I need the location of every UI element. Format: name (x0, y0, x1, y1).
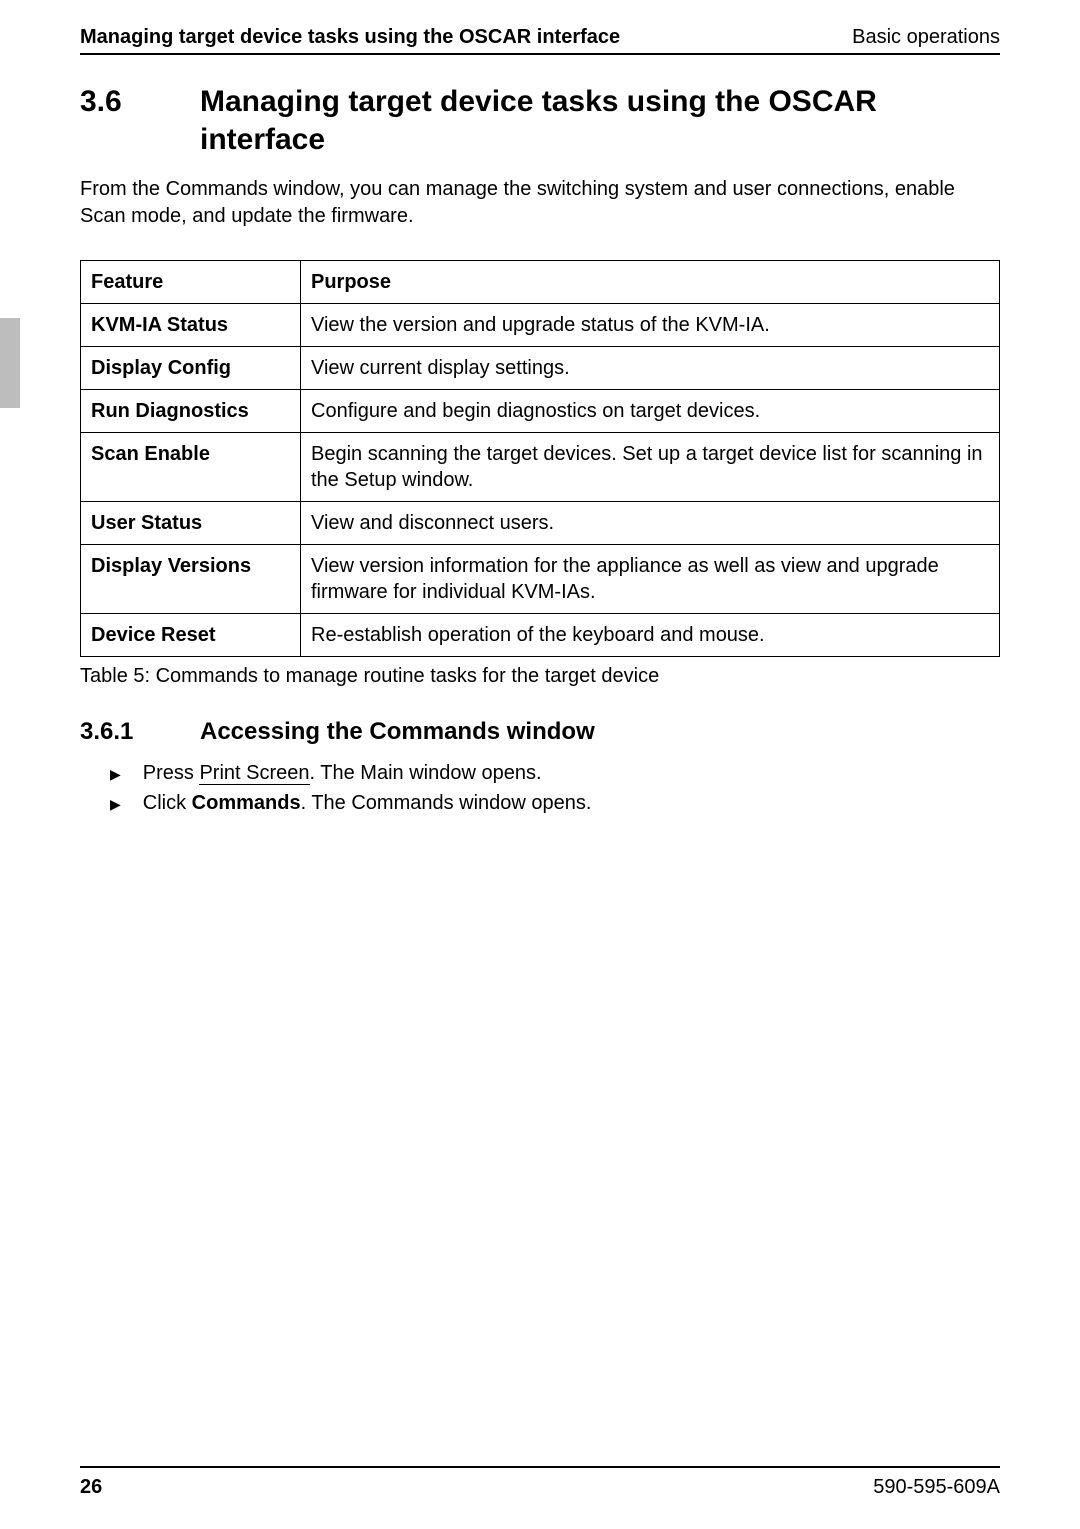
page-content: 3.6 Managing target device tasks using t… (80, 83, 1000, 1466)
table-cell-feature: User Status (81, 502, 301, 545)
table-cell-purpose: Re-establish operation of the keyboard a… (301, 614, 1000, 657)
table-cell-feature: Run Diagnostics (81, 390, 301, 433)
step-prefix: Press (143, 762, 200, 784)
page-container: Managing target device tasks using the O… (0, 0, 1080, 1529)
step-item: ▶ Click Commands. The Commands window op… (110, 788, 1000, 818)
section-number: 3.6 (80, 83, 200, 158)
section-heading: 3.6 Managing target device tasks using t… (80, 83, 1000, 158)
ui-element-name: Commands (192, 792, 301, 814)
table-cell-feature: Display Config (81, 347, 301, 390)
table-row: User Status View and disconnect users. (81, 502, 1000, 545)
step-suffix: . The Commands window opens. (301, 792, 592, 814)
table-caption: Table 5: Commands to manage routine task… (80, 665, 1000, 688)
table-row: Device Reset Re-establish operation of t… (81, 614, 1000, 657)
table-cell-feature: Device Reset (81, 614, 301, 657)
step-item: ▶ Press Print Screen. The Main window op… (110, 758, 1000, 788)
step-suffix: . The Main window opens. (310, 762, 542, 784)
table-cell-purpose: Begin scanning the target devices. Set u… (301, 433, 1000, 502)
table-row: Display Config View current display sett… (81, 347, 1000, 390)
subsection-heading: 3.6.1 Accessing the Commands window (80, 718, 1000, 746)
subsection-number: 3.6.1 (80, 718, 200, 746)
table-header-feature: Feature (81, 261, 301, 304)
running-header: Managing target device tasks using the O… (80, 26, 1000, 55)
table-cell-feature: KVM-IA Status (81, 304, 301, 347)
side-section-tab (0, 318, 20, 408)
header-chapter-title: Basic operations (852, 26, 1000, 49)
step-text: Press Print Screen. The Main window open… (143, 758, 542, 788)
table-cell-purpose: View the version and upgrade status of t… (301, 304, 1000, 347)
running-footer: 26 590-595-609A (80, 1466, 1000, 1499)
table-cell-purpose: Configure and begin diagnostics on targe… (301, 390, 1000, 433)
section-title: Managing target device tasks using the O… (200, 83, 1000, 158)
subsection-title: Accessing the Commands window (200, 718, 595, 746)
table-row: KVM-IA Status View the version and upgra… (81, 304, 1000, 347)
step-prefix: Click (143, 792, 192, 814)
step-text: Click Commands. The Commands window open… (143, 788, 592, 818)
keyboard-key: Print Screen (199, 762, 309, 785)
step-bullet-icon: ▶ (110, 764, 121, 785)
table-row: Scan Enable Begin scanning the target de… (81, 433, 1000, 502)
steps-list: ▶ Press Print Screen. The Main window op… (80, 758, 1000, 818)
document-number: 590-595-609A (873, 1476, 1000, 1499)
table-row: Display Versions View version informatio… (81, 545, 1000, 614)
table-cell-purpose: View current display settings. (301, 347, 1000, 390)
table-header-purpose: Purpose (301, 261, 1000, 304)
step-bullet-icon: ▶ (110, 794, 121, 815)
table-cell-purpose: View version information for the applian… (301, 545, 1000, 614)
section-intro-paragraph: From the Commands window, you can manage… (80, 176, 1000, 230)
commands-table: Feature Purpose KVM-IA Status View the v… (80, 260, 1000, 657)
table-row: Run Diagnostics Configure and begin diag… (81, 390, 1000, 433)
table-cell-purpose: View and disconnect users. (301, 502, 1000, 545)
table-header-row: Feature Purpose (81, 261, 1000, 304)
table-cell-feature: Scan Enable (81, 433, 301, 502)
page-number: 26 (80, 1476, 102, 1499)
header-section-title: Managing target device tasks using the O… (80, 26, 620, 49)
table-cell-feature: Display Versions (81, 545, 301, 614)
